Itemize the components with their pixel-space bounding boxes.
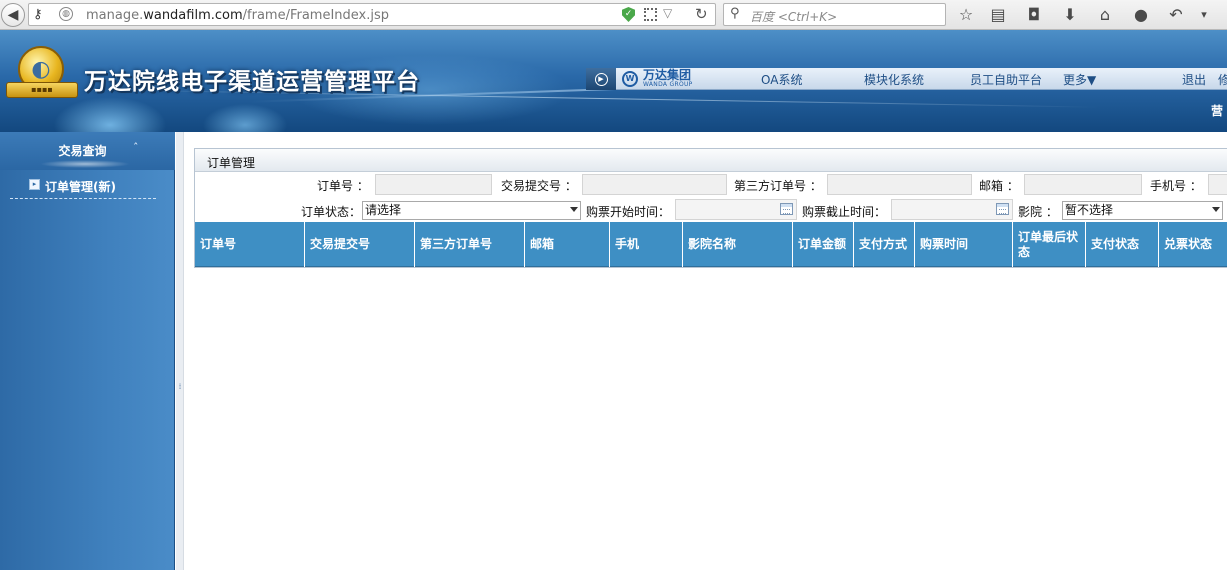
shield-icon[interactable]: ✓	[622, 7, 635, 22]
chevron-down-icon[interactable]: ▾	[1194, 5, 1214, 25]
panel-title: 订单管理	[207, 156, 256, 170]
col-final-status[interactable]: 订单最后状态	[1013, 222, 1086, 267]
download-icon[interactable]: ⬇	[1060, 5, 1080, 25]
txn-no-input[interactable]	[582, 174, 727, 195]
order-status-value: 请选择	[365, 203, 402, 217]
third-party-no-input[interactable]	[827, 174, 972, 195]
address-bar[interactable]: ⚷ ◍ manage.wandafilm.com/frame/FrameInde…	[28, 3, 716, 26]
col-txn-no[interactable]: 交易提交号	[305, 222, 415, 267]
home-icon[interactable]: ⌂	[1095, 5, 1115, 25]
third-party-no-label: 第三方订单号 ：	[734, 179, 822, 193]
chat-icon[interactable]: ●	[1131, 5, 1151, 25]
cinema-value: 暂不选择	[1065, 203, 1114, 217]
reload-icon[interactable]: ↻	[695, 5, 708, 23]
reader-icon[interactable]: ▤	[988, 5, 1008, 25]
col-order-no[interactable]: 订单号	[195, 222, 305, 267]
order-no-input[interactable]	[375, 174, 492, 195]
order-status-select[interactable]: 请选择	[362, 201, 581, 220]
group-name: 万达集团	[643, 68, 692, 82]
url-dropdown-icon[interactable]: ▽	[663, 6, 672, 20]
cinema-select[interactable]: 暂不选择	[1062, 201, 1223, 220]
app-logo: ◐ ▪▪▪▪	[6, 46, 78, 104]
top-nav: ▶ W 万达集团 WANDA GROUP OA系统 模块化系统 员工自助平台 更…	[586, 68, 1227, 90]
col-order-amount[interactable]: 订单金额	[793, 222, 854, 267]
cinema-label: 影院 ：	[1018, 205, 1058, 219]
col-purchase-time[interactable]: 购票时间	[915, 222, 1013, 267]
nav-link-oa[interactable]: OA系统	[761, 71, 802, 88]
phone-input[interactable]	[1208, 174, 1227, 195]
nav-toggle-button[interactable]: ▶	[586, 68, 616, 90]
app-banner: ◐ ▪▪▪▪ 万达院线电子渠道运营管理平台 ▶ W 万达集团 WANDA GRO…	[0, 30, 1227, 132]
splitter-arrow-icon[interactable]: ⁞	[176, 382, 184, 391]
url-text[interactable]: manage.wandafilm.com/frame/FrameIndex.js…	[86, 8, 389, 23]
col-payment-status[interactable]: 支付状态	[1086, 222, 1159, 267]
col-phone[interactable]: 手机	[610, 222, 683, 267]
chevron-down-icon	[570, 207, 578, 212]
end-time-label: 购票截止时间：	[802, 205, 887, 219]
group-logo: W 万达集团 WANDA GROUP	[622, 69, 702, 89]
start-time-input[interactable]	[675, 199, 797, 220]
search-icon: ⚲	[730, 6, 740, 21]
group-sub: WANDA GROUP	[643, 81, 693, 88]
start-time-label: 购票开始时间：	[586, 205, 671, 219]
pocket-icon[interactable]: ◘	[1024, 5, 1044, 25]
email-label: 邮箱 ：	[979, 179, 1019, 193]
play-icon: ▶	[594, 72, 608, 86]
nav-link-self-service[interactable]: 员工自助平台	[970, 71, 1042, 88]
search-placeholder: 百度 <Ctrl+K>	[750, 10, 838, 24]
nav-link-modify[interactable]: 修	[1218, 71, 1227, 88]
col-payment-method[interactable]: 支付方式	[854, 222, 915, 267]
order-management-panel: 订单管理 订单号 ： 交易提交号 ： 第三方订单号 ： 邮箱 ： 手机号 ： 订…	[194, 148, 1227, 268]
sidebar-divider	[10, 198, 156, 199]
calendar-icon[interactable]	[780, 203, 793, 215]
back-arrow-icon[interactable]: ◀	[1, 3, 25, 27]
nav-link-modular[interactable]: 模块化系统	[864, 71, 924, 88]
sidebar-section-header[interactable]: 交易查询 ˆ	[0, 132, 175, 170]
nav-link-more[interactable]: 更多▼	[1063, 71, 1096, 88]
email-input[interactable]	[1024, 174, 1142, 195]
orders-table-header: 订单号 交易提交号 第三方订单号 邮箱 手机 影院名称 订单金额 支付方式 购票…	[195, 222, 1227, 267]
calendar-icon[interactable]	[996, 203, 1009, 215]
collapse-icon[interactable]: ˆ	[133, 141, 139, 154]
logo-ribbon: ▪▪▪▪	[6, 82, 78, 98]
phone-label: 手机号 ：	[1150, 179, 1202, 193]
order-status-label: 订单状态：	[301, 205, 362, 219]
wanda-group-icon: W	[622, 71, 638, 87]
col-cinema-name[interactable]: 影院名称	[683, 222, 793, 267]
order-no-label: 订单号 ：	[317, 179, 369, 193]
key-icon: ⚷	[33, 7, 43, 22]
panel-header: 订单管理	[195, 149, 1227, 172]
search-box[interactable]: ⚲ 百度 <Ctrl+K>	[723, 3, 946, 26]
chevron-down-icon	[1212, 207, 1220, 212]
app-title: 万达院线电子渠道运营管理平台	[84, 68, 420, 95]
frame-splitter[interactable]: ⁞	[176, 132, 184, 570]
col-third-party-no[interactable]: 第三方订单号	[415, 222, 525, 267]
star-icon[interactable]: ☆	[956, 5, 976, 25]
txn-no-label: 交易提交号 ：	[501, 179, 577, 193]
sidebar-item-label: 订单管理(新)	[45, 180, 116, 194]
header-glow	[40, 160, 130, 168]
menu-item-icon: ▸	[29, 179, 40, 190]
qr-code-icon[interactable]	[644, 8, 657, 21]
col-redeem-status[interactable]: 兑票状态	[1159, 222, 1227, 267]
nav-link-logout[interactable]: 退出	[1182, 71, 1206, 88]
undo-icon[interactable]: ↶	[1166, 5, 1186, 25]
greeting-text: 营	[1211, 104, 1224, 118]
end-time-input[interactable]	[891, 199, 1013, 220]
sidebar-section-title: 交易查询	[58, 144, 107, 158]
browser-toolbar: ◀ ⚷ ◍ manage.wandafilm.com/frame/FrameIn…	[0, 0, 1227, 30]
globe-icon: ◍	[59, 7, 73, 21]
col-email[interactable]: 邮箱	[525, 222, 610, 267]
left-sidebar: 交易查询 ˆ ▸ 订单管理(新)	[0, 132, 175, 570]
